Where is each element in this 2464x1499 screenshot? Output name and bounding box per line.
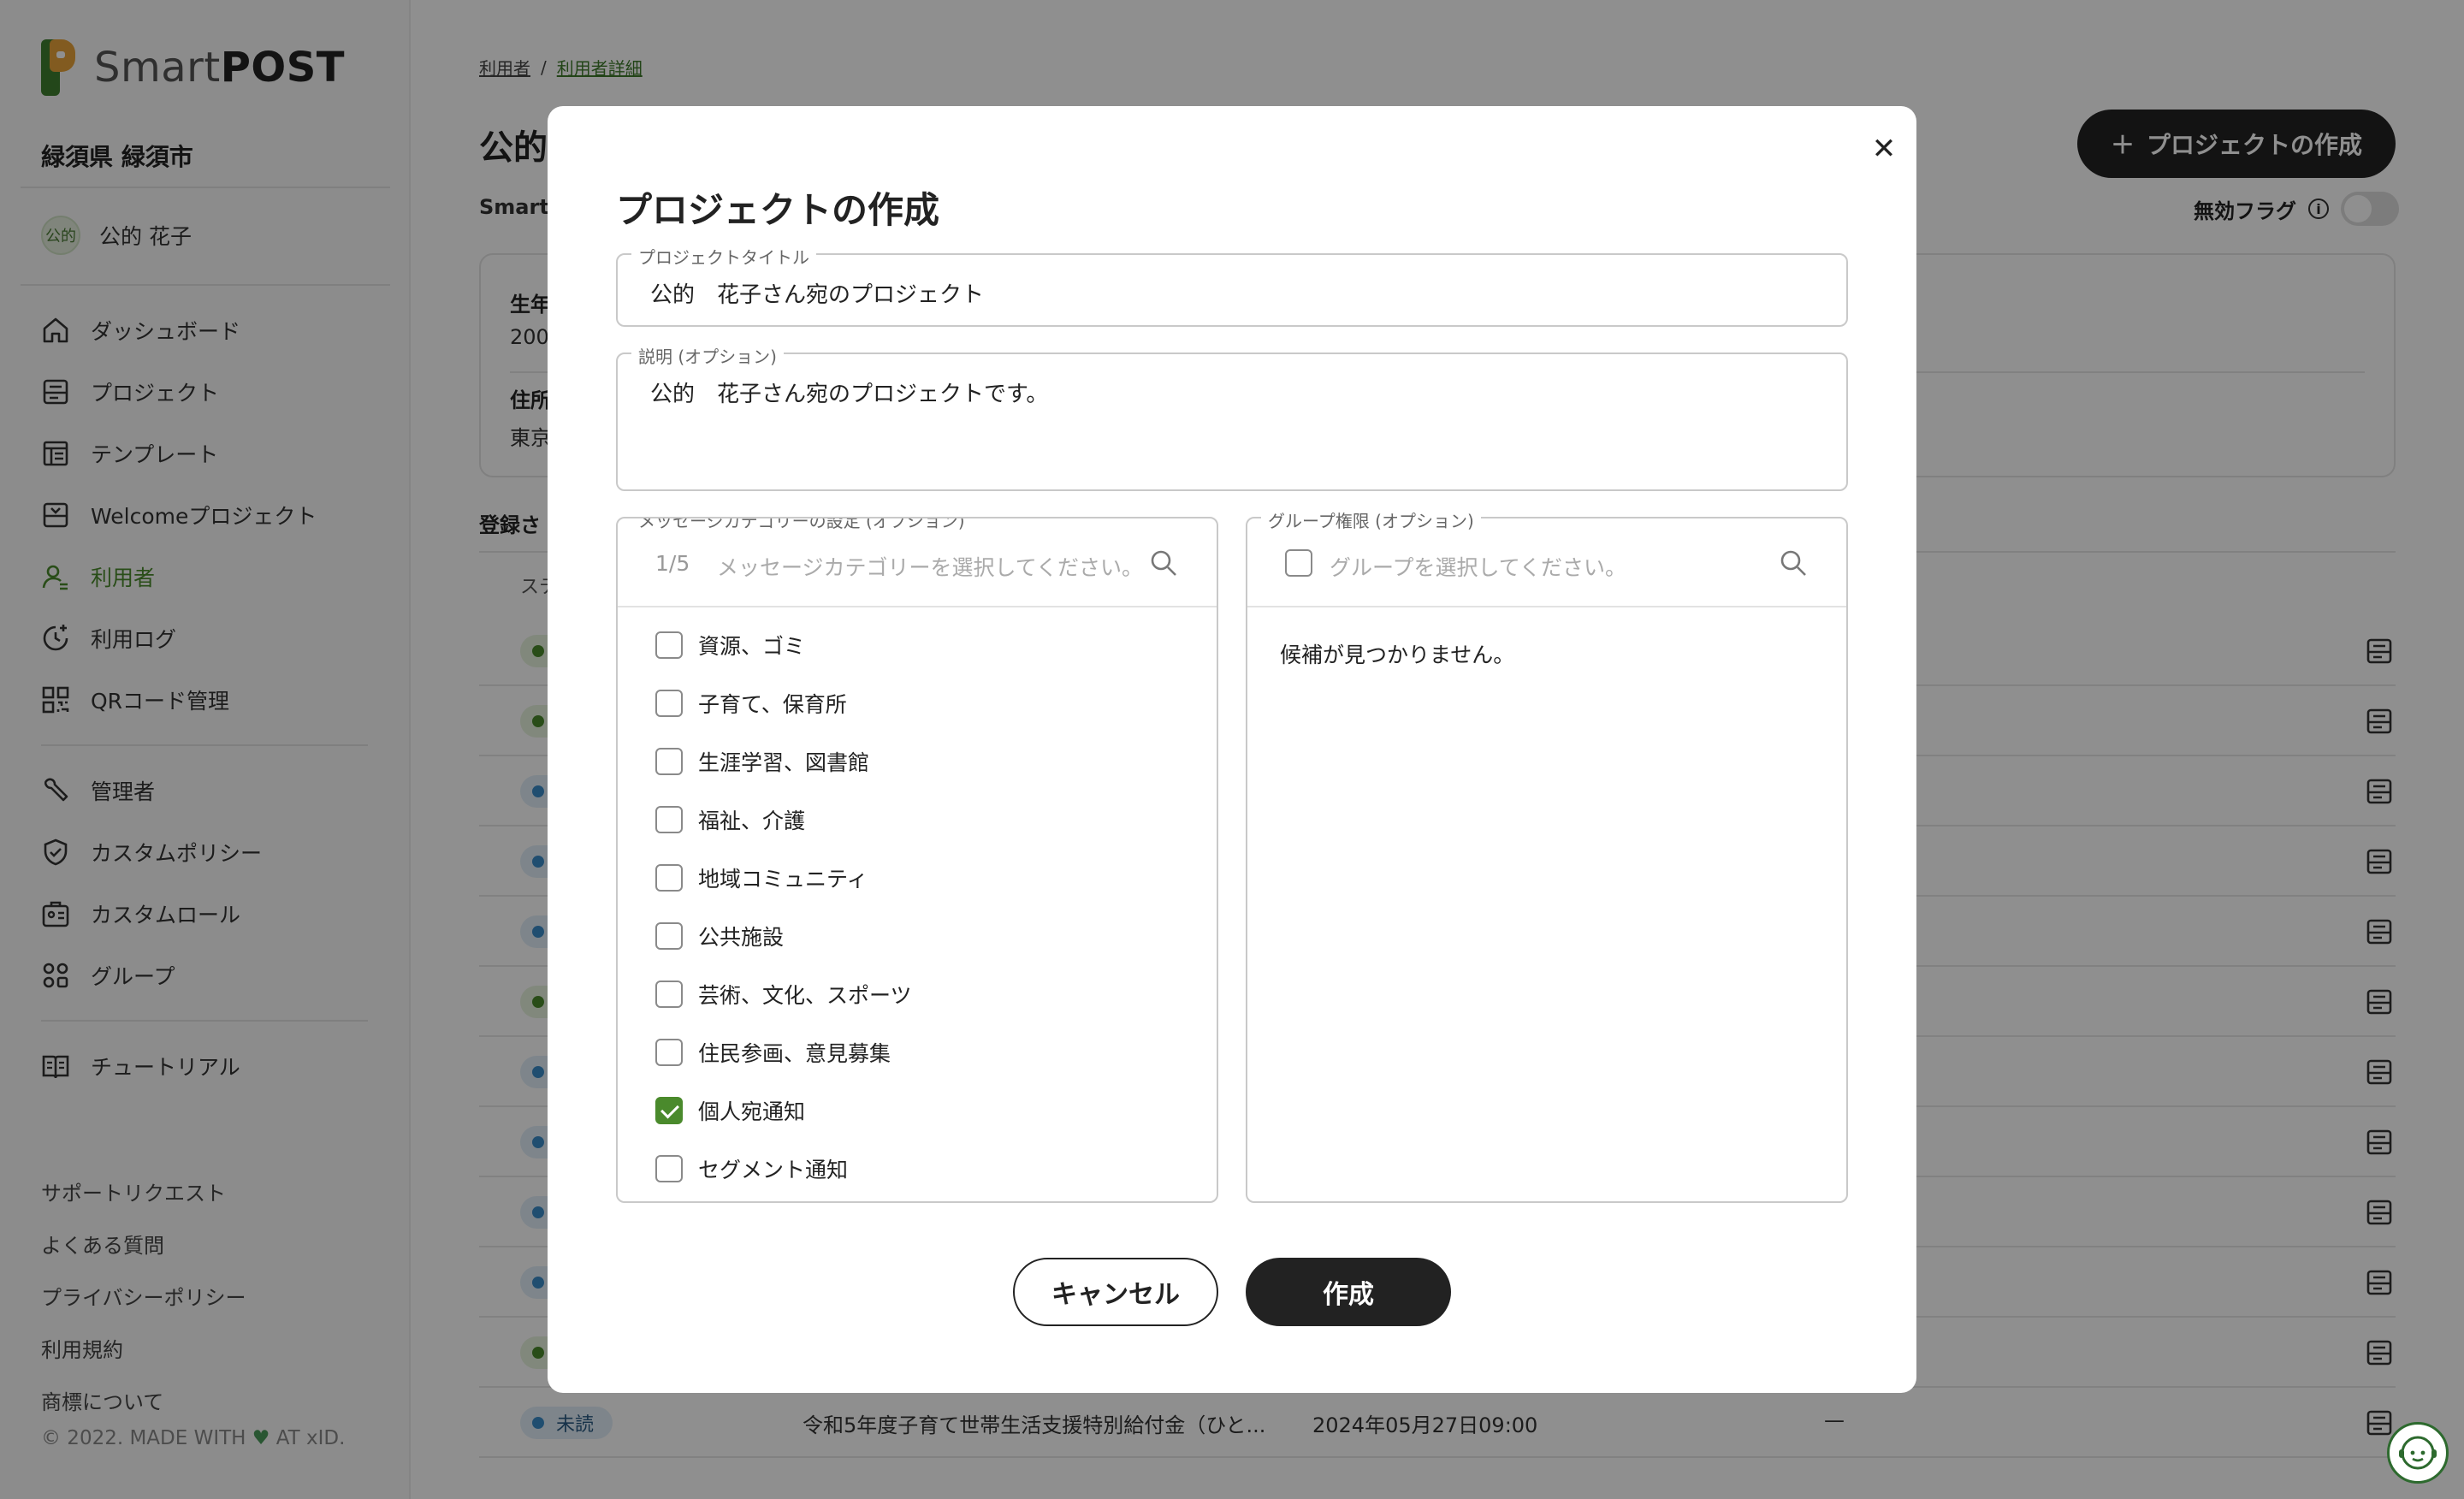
category-checkbox[interactable] bbox=[655, 631, 683, 659]
no-results-message: 候補が見つかりません。 bbox=[1280, 643, 1515, 667]
category-option[interactable]: 生涯学習、図書館 bbox=[655, 732, 912, 791]
category-checkbox[interactable] bbox=[655, 864, 683, 892]
dialog-title: プロジェクトの作成 bbox=[616, 189, 940, 231]
chat-bot-icon bbox=[2399, 1436, 2437, 1470]
field-label: プロジェクトタイトル bbox=[631, 244, 816, 269]
field-label: 説明 (オプション) bbox=[631, 343, 784, 368]
category-search-input[interactable]: メッセージカテゴリーを選択してください。 bbox=[717, 551, 1143, 582]
search-icon[interactable] bbox=[1778, 548, 1809, 578]
category-checkbox[interactable] bbox=[655, 922, 683, 950]
description-input[interactable]: 公的 花子さん宛のプロジェクトです。 bbox=[650, 376, 1048, 408]
category-checkbox[interactable] bbox=[655, 748, 683, 775]
create-button[interactable]: 作成 bbox=[1246, 1258, 1451, 1326]
category-option-label: 福祉、介護 bbox=[698, 809, 806, 833]
project-title-field[interactable]: プロジェクトタイトル 公的 花子さん宛のプロジェクト bbox=[616, 244, 1848, 327]
category-option[interactable]: 芸術、文化、スポーツ bbox=[655, 965, 912, 1023]
category-option-label: 生涯学習、図書館 bbox=[698, 750, 870, 775]
category-option[interactable]: セグメント通知 bbox=[655, 1140, 912, 1198]
message-category-select: メッセージカテゴリーの設定 (オプション) 1/5 メッセージカテゴリーを選択し… bbox=[616, 517, 1218, 1203]
category-checkbox[interactable] bbox=[655, 690, 683, 717]
category-option-label: 公共施設 bbox=[698, 925, 785, 950]
category-option-label: 資源、ゴミ bbox=[698, 634, 806, 659]
category-option-label: セグメント通知 bbox=[698, 1158, 849, 1182]
close-icon[interactable]: ✕ bbox=[1865, 130, 1903, 168]
category-checkbox[interactable] bbox=[655, 1039, 683, 1066]
category-option[interactable]: 地域コミュニティ bbox=[655, 849, 912, 907]
search-icon[interactable] bbox=[1148, 548, 1179, 578]
category-option-label: 子育て、保育所 bbox=[698, 692, 847, 717]
category-option[interactable]: 住民参画、意見募集 bbox=[655, 1023, 912, 1081]
category-search-bar: 1/5 メッセージカテゴリーを選択してください。 bbox=[618, 518, 1217, 607]
category-option[interactable]: 個人宛通知 bbox=[655, 1081, 912, 1140]
group-permission-select: グループ権限 (オプション) グループを選択してください。 候補が見つかりません… bbox=[1246, 507, 1848, 1203]
selected-count: 1/5 bbox=[655, 551, 690, 576]
category-options: 資源、ゴミ子育て、保育所 生涯学習、図書館 福祉、介護地域コミュニティ 公共施設芸術、… bbox=[655, 616, 912, 1198]
category-option[interactable]: 子育て、保育所 bbox=[655, 674, 912, 732]
category-option-label: 芸術、文化、スポーツ bbox=[698, 983, 912, 1008]
cancel-button[interactable]: キャンセル bbox=[1013, 1258, 1218, 1326]
select-all-groups-checkbox[interactable] bbox=[1285, 549, 1312, 577]
category-option-label: 地域コミュニティ bbox=[698, 867, 868, 892]
group-search-input[interactable]: グループを選択してください。 bbox=[1330, 551, 1626, 582]
group-search-bar: グループを選択してください。 bbox=[1247, 518, 1846, 607]
category-option-label: 住民参画、意見募集 bbox=[698, 1041, 891, 1066]
category-checkbox[interactable] bbox=[655, 806, 683, 833]
category-option[interactable]: 公共施設 bbox=[655, 907, 912, 965]
category-checkbox[interactable] bbox=[655, 1097, 683, 1124]
project-title-input[interactable]: 公的 花子さん宛のプロジェクト bbox=[650, 277, 984, 309]
chat-support-button[interactable] bbox=[2387, 1422, 2449, 1484]
category-checkbox[interactable] bbox=[655, 1155, 683, 1182]
category-option-label: 個人宛通知 bbox=[698, 1099, 806, 1124]
description-field[interactable]: 説明 (オプション) 公的 花子さん宛のプロジェクトです。 bbox=[616, 343, 1848, 491]
category-option[interactable]: 資源、ゴミ bbox=[655, 616, 912, 674]
category-option[interactable]: 福祉、介護 bbox=[655, 791, 912, 849]
create-project-dialog: ✕ プロジェクトの作成 プロジェクトタイトル 公的 花子さん宛のプロジェクト 説… bbox=[548, 106, 1916, 1393]
category-checkbox[interactable] bbox=[655, 981, 683, 1008]
